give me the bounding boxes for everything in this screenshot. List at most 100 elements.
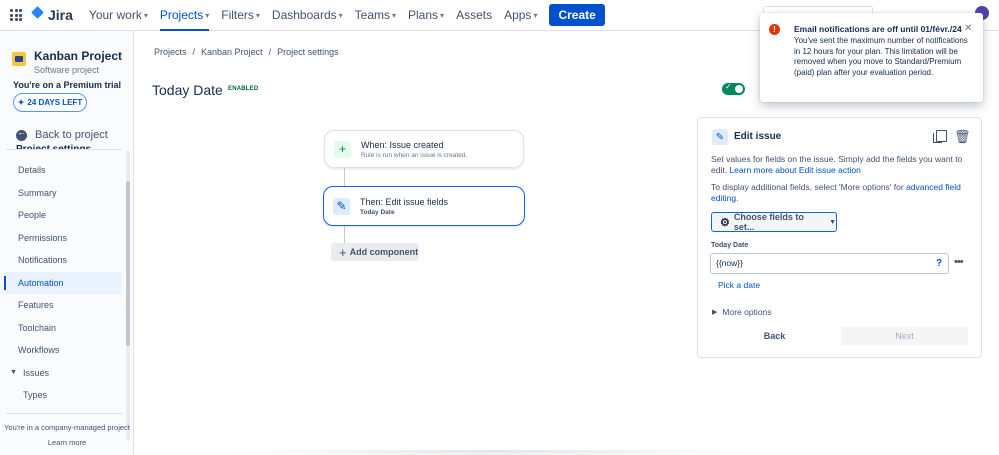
sidebar-item-workflows[interactable]: Workflows (4, 339, 121, 362)
rule-title[interactable]: Today Date (152, 82, 223, 98)
back-to-project-link[interactable]: Back to project (16, 127, 108, 141)
more-options-toggle[interactable]: ▶ More options (712, 307, 772, 317)
breadcrumb-project[interactable]: Kanban Project (201, 47, 263, 57)
breadcrumb-settings[interactable]: Project settings (277, 47, 339, 57)
choose-fields-button[interactable]: ⚙ Choose fields to set... ▼ (711, 212, 837, 232)
nav-filters[interactable]: Filters ▾ (221, 0, 260, 31)
chevron-down-icon: ▾ (205, 10, 210, 20)
flow-connector (344, 168, 345, 186)
advanced-text: To display additional fields, select 'Mo… (711, 182, 907, 192)
project-avatar-icon (12, 52, 26, 66)
toast-title: Email notifications are off until 01/fév… (794, 24, 962, 34)
flow-connector (344, 226, 345, 243)
project-header[interactable]: Kanban Project Software project (12, 50, 122, 75)
panel-description: Set values for fields on the issue. Simp… (711, 154, 971, 176)
add-component-button[interactable]: + Add component (331, 243, 419, 261)
back-label: Back to project (35, 129, 108, 141)
nav-label: Projects (159, 8, 204, 22)
advanced-text-end: . (736, 193, 739, 203)
next-button[interactable]: Next (841, 327, 968, 345)
breadcrumb-separator: / (268, 47, 272, 57)
sidebar-item-toolchain[interactable]: Toolchain (4, 317, 121, 340)
panel-title: Edit issue (734, 131, 782, 142)
chevron-down-icon: ▼ (829, 218, 836, 226)
sidebar-item-label: Toolchain (18, 322, 57, 333)
sidebar-item-automation[interactable]: Automation (4, 271, 121, 294)
nav-label: Assets (456, 8, 493, 22)
chevron-down-icon: ▾ (255, 10, 260, 20)
plus-icon: + (334, 140, 351, 158)
nav-teams[interactable]: Teams ▾ (355, 0, 396, 31)
sidebar-item-label: Details (18, 165, 46, 176)
learn-more-link[interactable]: Learn more (0, 438, 134, 447)
sidebar-item-label: Automation (18, 277, 64, 288)
trigger-subtitle: Rule is run when an issue is created. (361, 151, 468, 159)
sidebar-item-features[interactable]: Features (4, 294, 121, 317)
sidebar-item-details[interactable]: Details (4, 159, 121, 182)
sidebar-item-types[interactable]: Types (4, 384, 121, 407)
app-switcher-icon[interactable] (10, 9, 22, 21)
plus-icon: + (339, 244, 347, 260)
action-subtitle: Today Date (360, 208, 395, 216)
chevron-down-icon: ▼ (10, 369, 17, 377)
pick-date-link[interactable]: Pick a date (718, 280, 760, 290)
divider (6, 149, 122, 150)
sidebar-item-issues[interactable]: ▼ Issues (4, 362, 121, 385)
trash-icon[interactable]: 🗑 (954, 129, 971, 145)
chevron-down-icon: ▾ (143, 10, 148, 20)
gear-icon: ⚙ (720, 216, 730, 229)
field-label: Today Date (711, 242, 749, 249)
pencil-icon: ✎ (712, 129, 728, 145)
sidebar-item-label: Workflows (18, 345, 60, 356)
scrollbar-thumb[interactable] (126, 181, 130, 346)
nav-apps[interactable]: Apps ▾ (504, 0, 537, 31)
more-options-label: More options (722, 307, 772, 317)
sidebar-item-label: Types (23, 390, 48, 401)
settings-menu: Details Summary People Permissions Notif… (4, 159, 121, 407)
status-badge: ENABLED (228, 86, 259, 92)
action-card[interactable]: ✎ Then: Edit issue fields Today Date (323, 186, 525, 226)
project-name: Kanban Project (34, 49, 123, 63)
sidebar-item-summary[interactable]: Summary (4, 182, 121, 205)
bottom-shadow (210, 450, 780, 455)
add-component-label: Add component (349, 247, 419, 257)
sidebar-item-label: People (18, 210, 47, 221)
advanced-description: To display additional fields, select 'Mo… (711, 182, 971, 204)
nav-plans[interactable]: Plans ▾ (408, 0, 444, 31)
nav-label: Your work (88, 8, 142, 22)
nav-label: Apps (504, 8, 532, 22)
close-icon[interactable]: ✕ (964, 23, 972, 34)
sidebar-item-permissions[interactable]: Permissions (4, 227, 121, 250)
nav-label: Filters (221, 8, 254, 22)
divider (6, 413, 122, 414)
chevron-down-icon: ▾ (533, 10, 538, 20)
today-date-input[interactable]: {{now}} (710, 253, 949, 274)
choose-fields-label: Choose fields to set... (733, 212, 804, 232)
jira-logo-icon (30, 8, 44, 22)
error-icon: ! (769, 24, 780, 35)
more-actions-icon[interactable]: ••• (954, 256, 964, 268)
jira-logo[interactable]: Jira (30, 7, 73, 23)
sidebar-item-label: Summary (18, 187, 57, 198)
pencil-icon: ✎ (333, 197, 350, 215)
create-button[interactable]: Create (549, 4, 605, 26)
breadcrumb-projects[interactable]: Projects (154, 47, 187, 57)
rule-enabled-toggle[interactable]: ✓ (722, 82, 745, 95)
sidebar: Kanban Project Software project You're o… (0, 31, 134, 455)
trigger-card[interactable]: + When: Issue created Rule is run when a… (324, 130, 524, 168)
back-button[interactable]: Back (711, 327, 838, 345)
copy-icon[interactable] (933, 130, 947, 143)
help-icon[interactable]: ? (934, 259, 944, 269)
nav-dashboards[interactable]: Dashboards ▾ (272, 0, 343, 31)
nav-assets[interactable]: Assets (456, 0, 492, 31)
sidebar-item-people[interactable]: People (4, 204, 121, 227)
nav-your-work[interactable]: Your work ▾ (89, 0, 148, 31)
nav-label: Plans (408, 8, 439, 22)
days-left-label: 24 DAYS LEFT (27, 98, 83, 107)
days-left-button[interactable]: ✦ 24 DAYS LEFT (13, 93, 87, 112)
sidebar-item-notifications[interactable]: Notifications (4, 249, 121, 272)
toast-body: You've sent the maximum number of notifi… (794, 36, 968, 78)
nav-projects[interactable]: Projects ▾ (159, 0, 210, 31)
learn-more-link[interactable]: Learn more about Edit issue action (729, 165, 860, 175)
breadcrumb: Projects / Kanban Project / Project sett… (154, 47, 339, 57)
